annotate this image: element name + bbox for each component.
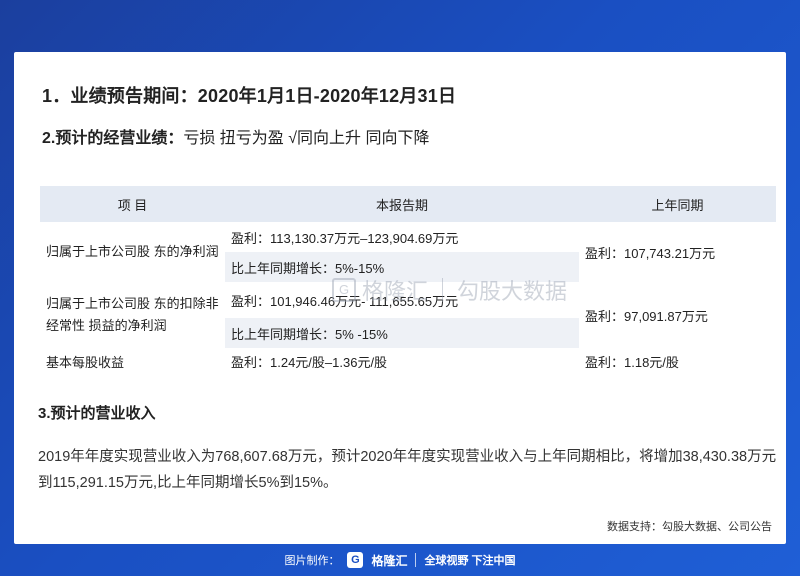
eps-current: 盈利：1.24元/股–1.36元/股 (231, 354, 388, 370)
gelonghui-logo-icon: G (347, 552, 364, 568)
footer-made-by: 图片制作： (284, 555, 340, 567)
footer-divider (415, 553, 417, 567)
forecast-period-heading: 1．业绩预告期间：2020年1月1日-2020年12月31日 (42, 86, 457, 106)
footer-slogan: 全球视野 下注中国 (424, 555, 516, 567)
footer-brand: 格隆汇 (371, 553, 408, 568)
row-label-net-profit: 归属于上市公司股 东的净利润 (46, 244, 219, 259)
header-previous-period: 上年同期 (579, 186, 776, 222)
content-card: 1．业绩预告期间：2020年1月1日-2020年12月31日 2.预计的经营业绩… (14, 52, 786, 544)
row-label-eps: 基本每股收益 (46, 354, 125, 370)
net-profit-current: 盈利：113,130.37万元–123,904.69万元 (231, 230, 459, 246)
data-source: 数据支持：勾股大数据、公司公告 (607, 521, 772, 533)
deducted-profit-current: 盈利：101,946.46万元- 111,655.65万元 (231, 293, 459, 309)
row-label-line: 经常性 损益的净利润 (46, 318, 167, 333)
row-label-deducted-net-profit: 归属于上市公司股 东的扣除非 经常性 损益的净利润 (40, 282, 225, 348)
revenue-heading: 3.预计的营业收入 (38, 405, 156, 422)
table-row: 基本每股收益 盈利：1.24元/股–1.36元/股 盈利：1.18元/股 (40, 348, 776, 374)
expected-performance-options: 亏损 扭亏为盈 √同向上升 同向下降 (183, 130, 430, 147)
net-profit-growth: 比上年同期增长：5%-15% (225, 252, 579, 282)
deducted-profit-previous: 盈利：97,091.87万元 (585, 308, 708, 324)
table-row: 归属于上市公司股 东的扣除非 经常性 损益的净利润 盈利：101,946.46万… (40, 282, 776, 334)
expected-performance-label: 2.预计的经营业绩： (42, 130, 184, 147)
expected-performance-heading: 2.预计的经营业绩：亏损 扭亏为盈 √同向上升 同向下降 (42, 124, 429, 148)
performance-table: 项 目 本报告期 上年同期 归属于上市公司股 东的净利润 盈利：113,130.… (40, 186, 776, 374)
header-current-period: 本报告期 (225, 186, 579, 222)
footer: 图片制作： G 格隆汇 全球视野 下注中国 (0, 548, 800, 572)
eps-previous: 盈利：1.18元/股 (585, 354, 679, 370)
net-profit-previous: 盈利：107,743.21万元 (585, 245, 716, 261)
row-label-line: 归属于上市公司股 东的扣除非 (46, 296, 219, 311)
revenue-paragraph: 2019年年度实现营业收入为768,607.68万元，预计2020年年度实现营业… (38, 449, 777, 491)
deducted-profit-growth: 比上年同期增长：5% -15% (225, 318, 579, 348)
table-header-row: 项 目 本报告期 上年同期 (40, 186, 776, 222)
table-row: 归属于上市公司股 东的净利润 盈利：113,130.37万元–123,904.6… (40, 222, 776, 261)
header-item: 项 目 (40, 186, 225, 222)
